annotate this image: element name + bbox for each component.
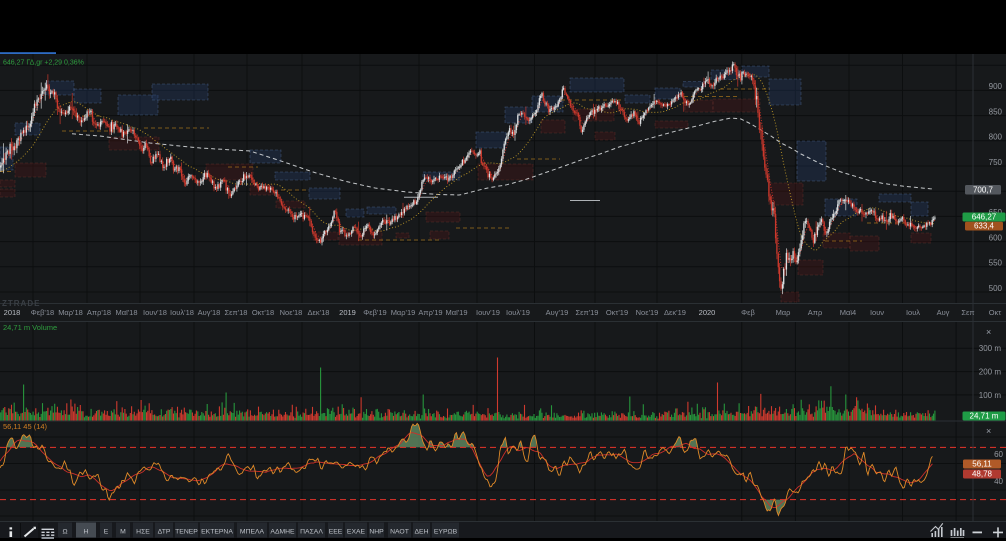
svg-text:200 m: 200 m bbox=[979, 368, 1002, 377]
svg-text:Απρ: Απρ bbox=[808, 308, 822, 317]
svg-text:Ε: Ε bbox=[104, 529, 109, 536]
svg-text:Δεκ'19: Δεκ'19 bbox=[664, 308, 686, 317]
svg-text:Οκτ'19: Οκτ'19 bbox=[606, 308, 628, 317]
svg-text:Μαρ'18: Μαρ'18 bbox=[58, 308, 83, 317]
svg-text:Δεκ'18: Δεκ'18 bbox=[308, 308, 330, 317]
svg-text:Η: Η bbox=[84, 529, 89, 536]
svg-text:56,11: 56,11 bbox=[972, 460, 992, 469]
svg-text:850: 850 bbox=[989, 107, 1003, 116]
svg-text:Νοε'18: Νοε'18 bbox=[280, 308, 303, 317]
svg-text:ΗΣΕ: ΗΣΕ bbox=[136, 529, 150, 536]
svg-text:Ιουν'19: Ιουν'19 bbox=[476, 308, 500, 317]
svg-text:Φεβ: Φεβ bbox=[741, 308, 755, 317]
svg-text:Αυγ: Αυγ bbox=[937, 308, 950, 317]
svg-text:Μαρ'19: Μαρ'19 bbox=[391, 308, 416, 317]
svg-text:Σεπ'19: Σεπ'19 bbox=[576, 308, 599, 317]
svg-text:Μ: Μ bbox=[120, 529, 126, 536]
svg-text:Μαρ: Μαρ bbox=[776, 308, 791, 317]
svg-text:Φεβ'19: Φεβ'19 bbox=[363, 308, 386, 317]
svg-text:ΠΑΣΑΛ: ΠΑΣΑΛ bbox=[300, 529, 323, 536]
svg-text:60: 60 bbox=[994, 450, 1003, 459]
svg-text:ΕΕΕ: ΕΕΕ bbox=[329, 529, 343, 536]
svg-text:24,71 m Volume: 24,71 m Volume bbox=[3, 323, 57, 332]
svg-text:Απρ'19: Απρ'19 bbox=[418, 308, 442, 317]
svg-text:56,11 45 (14): 56,11 45 (14) bbox=[3, 422, 48, 431]
svg-text:Μαϊ'19: Μαϊ'19 bbox=[445, 308, 467, 317]
svg-text:Ιουλ: Ιουλ bbox=[906, 308, 920, 317]
svg-text:Ω: Ω bbox=[62, 529, 67, 536]
svg-text:ΔΕΗ: ΔΕΗ bbox=[415, 529, 429, 536]
svg-text:×: × bbox=[986, 426, 991, 436]
svg-text:24,71 m: 24,71 m bbox=[970, 412, 999, 421]
svg-text:750: 750 bbox=[989, 158, 1003, 167]
svg-text:48,78: 48,78 bbox=[972, 470, 993, 479]
svg-text:ZTRADE: ZTRADE bbox=[2, 299, 40, 308]
svg-text:100 m: 100 m bbox=[979, 391, 1002, 400]
svg-text:ΝΗΡ: ΝΗΡ bbox=[369, 529, 384, 536]
svg-text:2018: 2018 bbox=[4, 308, 21, 317]
svg-text:ΕΧΑΕ: ΕΧΑΕ bbox=[347, 529, 366, 536]
svg-text:Μαϊ4: Μαϊ4 bbox=[840, 308, 856, 317]
svg-text:2019: 2019 bbox=[339, 308, 356, 317]
svg-text:Σεπ'18: Σεπ'18 bbox=[225, 308, 248, 317]
svg-text:ΔΤΡ: ΔΤΡ bbox=[158, 529, 171, 536]
svg-text:Ιουν'18: Ιουν'18 bbox=[143, 308, 167, 317]
svg-text:ΤΕΝΕΡ: ΤΕΝΕΡ bbox=[175, 529, 198, 536]
svg-text:Αυγ'18: Αυγ'18 bbox=[198, 308, 221, 317]
svg-text:Μαϊ'18: Μαϊ'18 bbox=[115, 308, 137, 317]
svg-text:Ιουλ'18: Ιουλ'18 bbox=[170, 308, 194, 317]
svg-text:Απρ'18: Απρ'18 bbox=[87, 308, 111, 317]
svg-text:500: 500 bbox=[989, 284, 1003, 293]
svg-text:550: 550 bbox=[989, 259, 1003, 268]
svg-text:646,27: 646,27 bbox=[972, 213, 997, 222]
svg-text:646,27 ΓΔ,gr +2,29 0,36%: 646,27 ΓΔ,gr +2,29 0,36% bbox=[3, 60, 84, 67]
svg-text:2020: 2020 bbox=[699, 308, 716, 317]
svg-text:Ιουν: Ιουν bbox=[870, 308, 884, 317]
svg-text:Οκτ'18: Οκτ'18 bbox=[252, 308, 274, 317]
svg-text:ΕΚΤΕΡΝΑ: ΕΚΤΕΡΝΑ bbox=[201, 529, 233, 536]
svg-text:633,4: 633,4 bbox=[974, 222, 995, 231]
svg-text:Οκτ: Οκτ bbox=[989, 308, 1002, 317]
svg-text:900: 900 bbox=[989, 82, 1003, 91]
svg-text:800: 800 bbox=[989, 133, 1003, 142]
svg-text:×: × bbox=[986, 327, 991, 337]
svg-text:ΕΥΡΩΒ: ΕΥΡΩΒ bbox=[434, 529, 458, 536]
svg-text:Ιουλ'19: Ιουλ'19 bbox=[506, 308, 530, 317]
svg-text:600: 600 bbox=[989, 233, 1003, 242]
svg-text:ΜΠΕΛΑ: ΜΠΕΛΑ bbox=[240, 529, 265, 536]
svg-text:Αυγ'19: Αυγ'19 bbox=[546, 308, 569, 317]
svg-text:Νοε'19: Νοε'19 bbox=[636, 308, 659, 317]
svg-text:Σεπ: Σεπ bbox=[961, 308, 974, 317]
svg-text:Φεβ'18: Φεβ'18 bbox=[31, 308, 54, 317]
svg-text:700,7: 700,7 bbox=[973, 186, 994, 195]
svg-text:ΝΑΟΤ: ΝΑΟΤ bbox=[390, 529, 409, 536]
svg-text:300 m: 300 m bbox=[979, 344, 1002, 353]
svg-text:ΑΔΜΗΕ: ΑΔΜΗΕ bbox=[270, 529, 295, 536]
